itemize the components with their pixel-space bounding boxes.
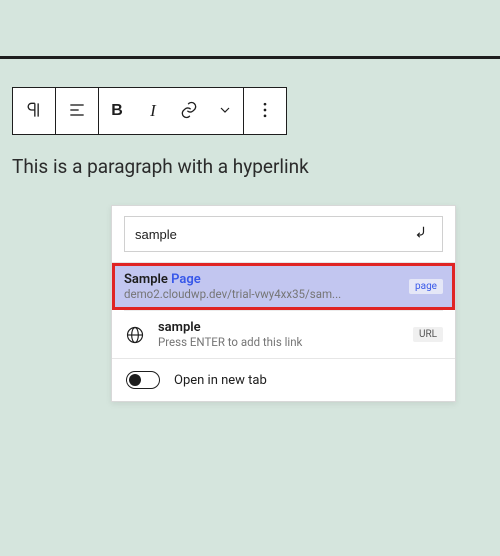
type-badge: URL	[413, 327, 443, 342]
block-toolbar: B I	[12, 87, 287, 135]
open-new-tab-toggle[interactable]	[126, 371, 160, 389]
align-left-icon	[67, 100, 87, 123]
italic-button[interactable]: I	[135, 88, 171, 134]
pilcrow-icon	[24, 100, 44, 123]
more-formatting-button[interactable]	[207, 88, 243, 134]
submit-link-button[interactable]	[412, 224, 432, 244]
chevron-down-icon	[217, 102, 233, 121]
enter-arrow-icon	[413, 223, 431, 245]
link-search-input[interactable]	[135, 227, 412, 242]
align-button[interactable]	[56, 88, 98, 134]
link-popover: Sample Page demo2.cloudwp.dev/trial-vwy4…	[111, 205, 456, 402]
paragraph-block[interactable]: This is a paragraph with a hyperlink	[12, 155, 488, 178]
more-options-button[interactable]	[244, 88, 286, 134]
link-button[interactable]	[171, 88, 207, 134]
link-result-highlighted[interactable]: Sample Page demo2.cloudwp.dev/trial-vwy4…	[112, 263, 455, 310]
link-icon	[179, 100, 199, 123]
result-title: Sample Page	[124, 272, 397, 287]
open-new-tab-label: Open in new tab	[174, 373, 267, 388]
type-badge: page	[409, 279, 443, 294]
link-search-field[interactable]	[124, 216, 443, 252]
result-title: sample	[158, 320, 401, 335]
bold-button[interactable]: B	[99, 88, 135, 134]
result-hint: Press ENTER to add this link	[158, 335, 401, 349]
more-vertical-icon	[255, 100, 275, 123]
link-result[interactable]: sample Press ENTER to add this link URL	[112, 311, 455, 358]
globe-icon	[124, 324, 146, 346]
block-type-button[interactable]	[13, 88, 55, 134]
result-url: demo2.cloudwp.dev/trial-vwy4xx35/sam...	[124, 287, 397, 301]
toggle-knob	[129, 374, 141, 386]
open-new-tab-row: Open in new tab	[112, 358, 455, 401]
